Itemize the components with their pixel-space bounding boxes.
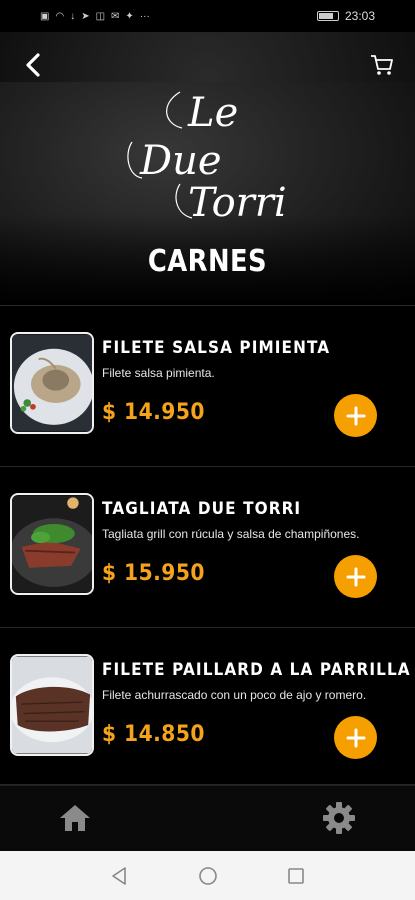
item-description: Tagliata grill con rúcula y salsa de cha… [102,527,360,541]
system-recents-button[interactable] [285,865,307,887]
item-price: $ 14.950 [102,400,205,425]
add-to-cart-button[interactable] [334,555,377,598]
item-description: Filete salsa pimienta. [102,366,215,380]
status-time: 23:03 [344,9,375,23]
plus-icon [346,728,365,747]
mail-icon: ✉ [111,10,120,22]
chevron-left-icon [26,53,40,77]
system-nav-bar [0,851,415,900]
cart-icon [371,55,393,75]
cart-button[interactable] [369,52,395,78]
triangle-back-icon [112,867,126,885]
logo-line-2: Due [139,138,222,184]
item-price: $ 15.950 [102,561,205,586]
status-bar: ▣ ◠ ↓ ➤ ◫ ✉ ✦ ··· 23:03 [0,0,415,32]
dish-image [10,493,94,595]
menu-item-filete-salsa-pimienta[interactable]: FILETE SALSA PIMIENTA Filete salsa pimie… [0,306,415,467]
dish-image [10,332,94,434]
item-price: $ 14.850 [102,722,205,747]
dish-image [10,654,94,756]
battery-icon [316,11,339,21]
logo-line-1: Le [187,90,238,136]
page-title: CARNES [147,244,268,279]
back-button[interactable] [20,50,46,80]
logo-line-3: Torri [188,180,287,224]
item-name: TAGLIATA DUE TORRI [102,499,302,519]
more-icon: ··· [139,10,150,22]
twitter-icon: ✦ [125,10,134,22]
circle-home-icon [199,867,217,885]
square-recents-icon [288,868,304,884]
item-name: FILETE SALSA PIMIENTA [102,338,331,358]
item-description: Filete achurrascado con un poco de ajo y… [102,688,367,702]
bottom-nav [0,785,415,851]
system-back-button[interactable] [108,865,130,887]
add-to-cart-button[interactable] [334,394,377,437]
wifi-icon: ◠ [55,10,65,22]
download-icon: ↓ [70,10,76,22]
settings-button[interactable] [322,801,356,835]
menu-item-filete-paillard[interactable]: FILETE PAILLARD A LA PARRILLA Filete ach… [0,628,415,785]
instagram-icon: ◫ [95,10,106,22]
system-home-button[interactable] [197,865,219,887]
sim-icon: ▣ [40,10,50,22]
item-name: FILETE PAILLARD A LA PARRILLA [102,660,411,680]
plus-icon [346,567,365,586]
brand-logo: Le Due Torri [120,84,300,226]
home-icon [60,805,90,831]
status-icons: ▣ ◠ ↓ ➤ ◫ ✉ ✦ ··· [40,11,150,22]
menu-item-tagliata-due-torri[interactable]: TAGLIATA DUE TORRI Tagliata grill con rú… [0,467,415,628]
telegram-icon: ➤ [81,10,90,22]
menu-list: FILETE SALSA PIMIENTA Filete salsa pimie… [0,306,415,785]
plus-icon [346,406,365,425]
home-button[interactable] [58,802,92,834]
add-to-cart-button[interactable] [334,716,377,759]
gear-icon [323,802,355,834]
